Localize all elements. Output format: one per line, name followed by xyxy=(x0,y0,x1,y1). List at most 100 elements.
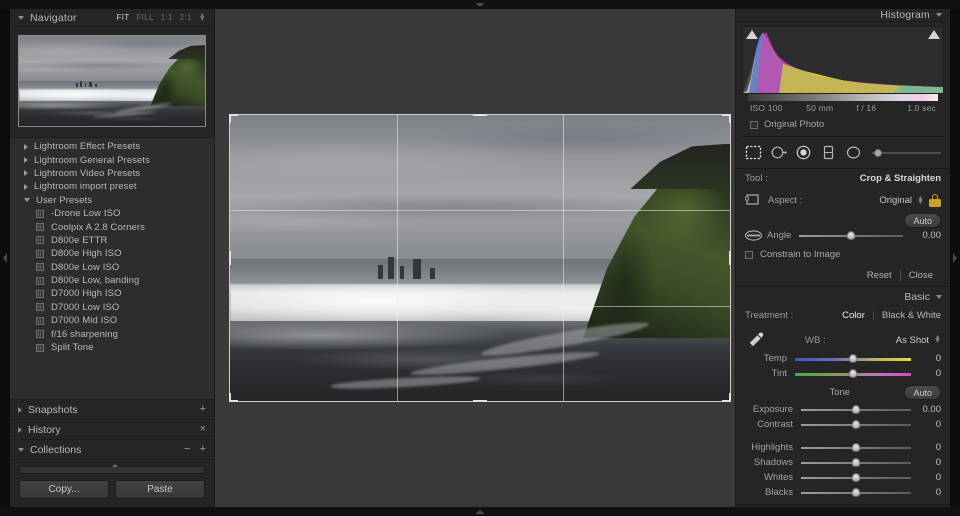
graduated-filter-icon[interactable] xyxy=(820,144,837,161)
histogram-header[interactable]: Histogram xyxy=(736,9,950,22)
preset-item[interactable]: D7000 Mid ISO xyxy=(10,314,214,327)
zoom-mode-fit[interactable]: FIT xyxy=(117,13,130,22)
adjustment-brush-size-slider[interactable] xyxy=(872,147,941,159)
top-panel-collapse-bar[interactable] xyxy=(0,0,960,9)
red-eye-correction-icon[interactable] xyxy=(795,144,812,161)
preset-group-lightroom-import-preset[interactable]: Lightroom import preset xyxy=(10,180,214,193)
whites-slider-knob[interactable] xyxy=(851,473,861,482)
histogram-title: Histogram xyxy=(880,9,930,21)
copy-button[interactable]: Copy... xyxy=(19,480,109,499)
crop-overlay-frame[interactable] xyxy=(229,114,731,402)
add-collection-icon[interactable]: + xyxy=(200,444,206,455)
paste-button[interactable]: Paste xyxy=(115,480,205,499)
history-header[interactable]: History × xyxy=(10,420,214,440)
zoom-level-chevron-icon[interactable]: ▲ ▼ xyxy=(199,12,206,23)
preset-item[interactable]: D800e Low, banding xyxy=(10,274,214,287)
snapshots-header[interactable]: Snapshots + xyxy=(10,400,214,420)
chevron-down-icon xyxy=(475,2,485,7)
preset-group-lightroom-effect-presets[interactable]: Lightroom Effect Presets xyxy=(10,140,214,153)
auto-straighten-button[interactable]: Auto xyxy=(904,213,941,228)
preset-group-label: Lightroom import preset xyxy=(34,181,137,193)
aspect-value[interactable]: Original xyxy=(879,195,912,206)
treatment-color-option[interactable]: Color xyxy=(842,310,865,321)
crop-reset-button[interactable]: Reset xyxy=(859,270,900,281)
image-canvas[interactable] xyxy=(215,9,745,507)
preset-item[interactable]: D7000 Low ISO xyxy=(10,301,214,314)
chevron-updown-icon[interactable]: ▲ ▼ xyxy=(917,195,924,206)
preset-group-lightroom-general-presets[interactable]: Lightroom General Presets xyxy=(10,153,214,166)
shadow-clipping-indicator[interactable] xyxy=(746,30,758,39)
preset-item[interactable]: D7000 High ISO xyxy=(10,287,214,300)
shadows-slider[interactable] xyxy=(801,457,911,469)
zoom-mode-2-1[interactable]: 2:1 xyxy=(180,13,192,22)
blacks-slider-knob[interactable] xyxy=(851,488,861,497)
exposure-slider-knob[interactable] xyxy=(851,405,861,414)
preset-item[interactable]: Coolpix A 2.8 Corners xyxy=(10,220,214,233)
eyedropper-icon[interactable] xyxy=(745,331,767,349)
add-snapshot-icon[interactable]: + xyxy=(200,404,206,415)
lightroom-develop-window: Navigator FIT FILL 1:1 2:1 ▲ ▼ Lightroom… xyxy=(0,0,960,516)
crop-handle-middle-left[interactable] xyxy=(229,251,231,265)
brush-slider-knob[interactable] xyxy=(874,148,882,157)
shadows-slider-knob[interactable] xyxy=(851,458,861,467)
preset-label: D7000 High ISO xyxy=(51,288,122,300)
highlights-slider-knob[interactable] xyxy=(851,443,861,452)
crop-handle-middle-right[interactable] xyxy=(729,251,731,265)
filmstrip-collapse-bar[interactable] xyxy=(0,507,960,516)
contrast-slider[interactable] xyxy=(801,419,911,431)
blacks-slider[interactable] xyxy=(801,487,911,499)
remove-collection-icon[interactable]: − xyxy=(184,444,190,455)
preset-item[interactable]: Split Tone xyxy=(10,341,214,354)
exposure-slider-row: Exposure 0.00 xyxy=(736,402,950,417)
preset-icon xyxy=(36,316,44,325)
angle-slider-knob[interactable] xyxy=(846,230,856,240)
crop-handle-bottom-center[interactable] xyxy=(473,400,487,402)
histogram-graph[interactable] xyxy=(742,26,944,94)
temp-slider-knob[interactable] xyxy=(848,354,858,363)
auto-tone-button[interactable]: Auto xyxy=(904,385,941,400)
highlights-slider[interactable] xyxy=(801,442,911,454)
preset-item[interactable]: -Drone Low ISO xyxy=(10,207,214,220)
right-panel-collapse-bar[interactable] xyxy=(950,9,960,507)
radial-filter-icon[interactable] xyxy=(845,144,862,161)
photo-crop-stage[interactable] xyxy=(229,114,731,402)
navigator-header[interactable]: Navigator FIT FILL 1:1 2:1 ▲ ▼ xyxy=(10,9,214,27)
crop-handle-top-right[interactable] xyxy=(729,114,731,123)
preset-group-lightroom-video-presets[interactable]: Lightroom Video Presets xyxy=(10,167,214,180)
crop-overlay-icon[interactable] xyxy=(745,144,762,161)
treatment-bw-option[interactable]: Black & White xyxy=(882,310,941,321)
navigator-thumbnail[interactable] xyxy=(18,35,206,127)
original-photo-toggle[interactable]: Original Photo xyxy=(742,116,944,137)
whites-slider[interactable] xyxy=(801,472,911,484)
collections-header[interactable]: Collections − + xyxy=(10,440,214,460)
highlight-clipping-indicator[interactable] xyxy=(928,30,940,39)
angle-slider[interactable] xyxy=(799,229,903,241)
lock-aspect-icon[interactable] xyxy=(929,194,941,207)
basic-header[interactable]: Basic xyxy=(736,287,950,306)
tint-slider-knob[interactable] xyxy=(848,369,858,378)
contrast-slider-row: Contrast 0 xyxy=(736,417,950,432)
preset-item[interactable]: f/16 sharpening xyxy=(10,327,214,340)
tint-slider[interactable] xyxy=(795,368,911,380)
left-panel-collapse-bar[interactable] xyxy=(0,9,10,507)
preset-group-user-presets[interactable]: User Presets xyxy=(10,194,214,207)
crop-handle-top-center[interactable] xyxy=(473,114,487,116)
crop-handle-bottom-left[interactable] xyxy=(229,393,231,402)
constrain-to-image-toggle[interactable]: Constrain to Image xyxy=(736,245,950,267)
zoom-mode-1-1[interactable]: 1:1 xyxy=(161,13,173,22)
clear-history-icon[interactable]: × xyxy=(200,424,206,435)
wb-value[interactable]: As Shot xyxy=(896,335,929,346)
preset-item[interactable]: D800e ETTR xyxy=(10,234,214,247)
crop-handle-bottom-right[interactable] xyxy=(729,393,731,402)
spot-removal-icon[interactable] xyxy=(770,144,787,161)
crop-close-button[interactable]: Close xyxy=(901,270,941,281)
preset-item[interactable]: D800e High ISO xyxy=(10,247,214,260)
temp-slider[interactable] xyxy=(795,353,911,365)
crop-handle-top-left[interactable] xyxy=(229,114,231,123)
contrast-slider-knob[interactable] xyxy=(851,420,861,429)
preset-item[interactable]: D800e Low ISO xyxy=(10,261,214,274)
exposure-slider[interactable] xyxy=(801,404,911,416)
shadows-value: 0 xyxy=(935,457,941,468)
chevron-updown-icon[interactable]: ▲ ▼ xyxy=(934,334,941,345)
zoom-mode-fill[interactable]: FILL xyxy=(136,13,153,22)
